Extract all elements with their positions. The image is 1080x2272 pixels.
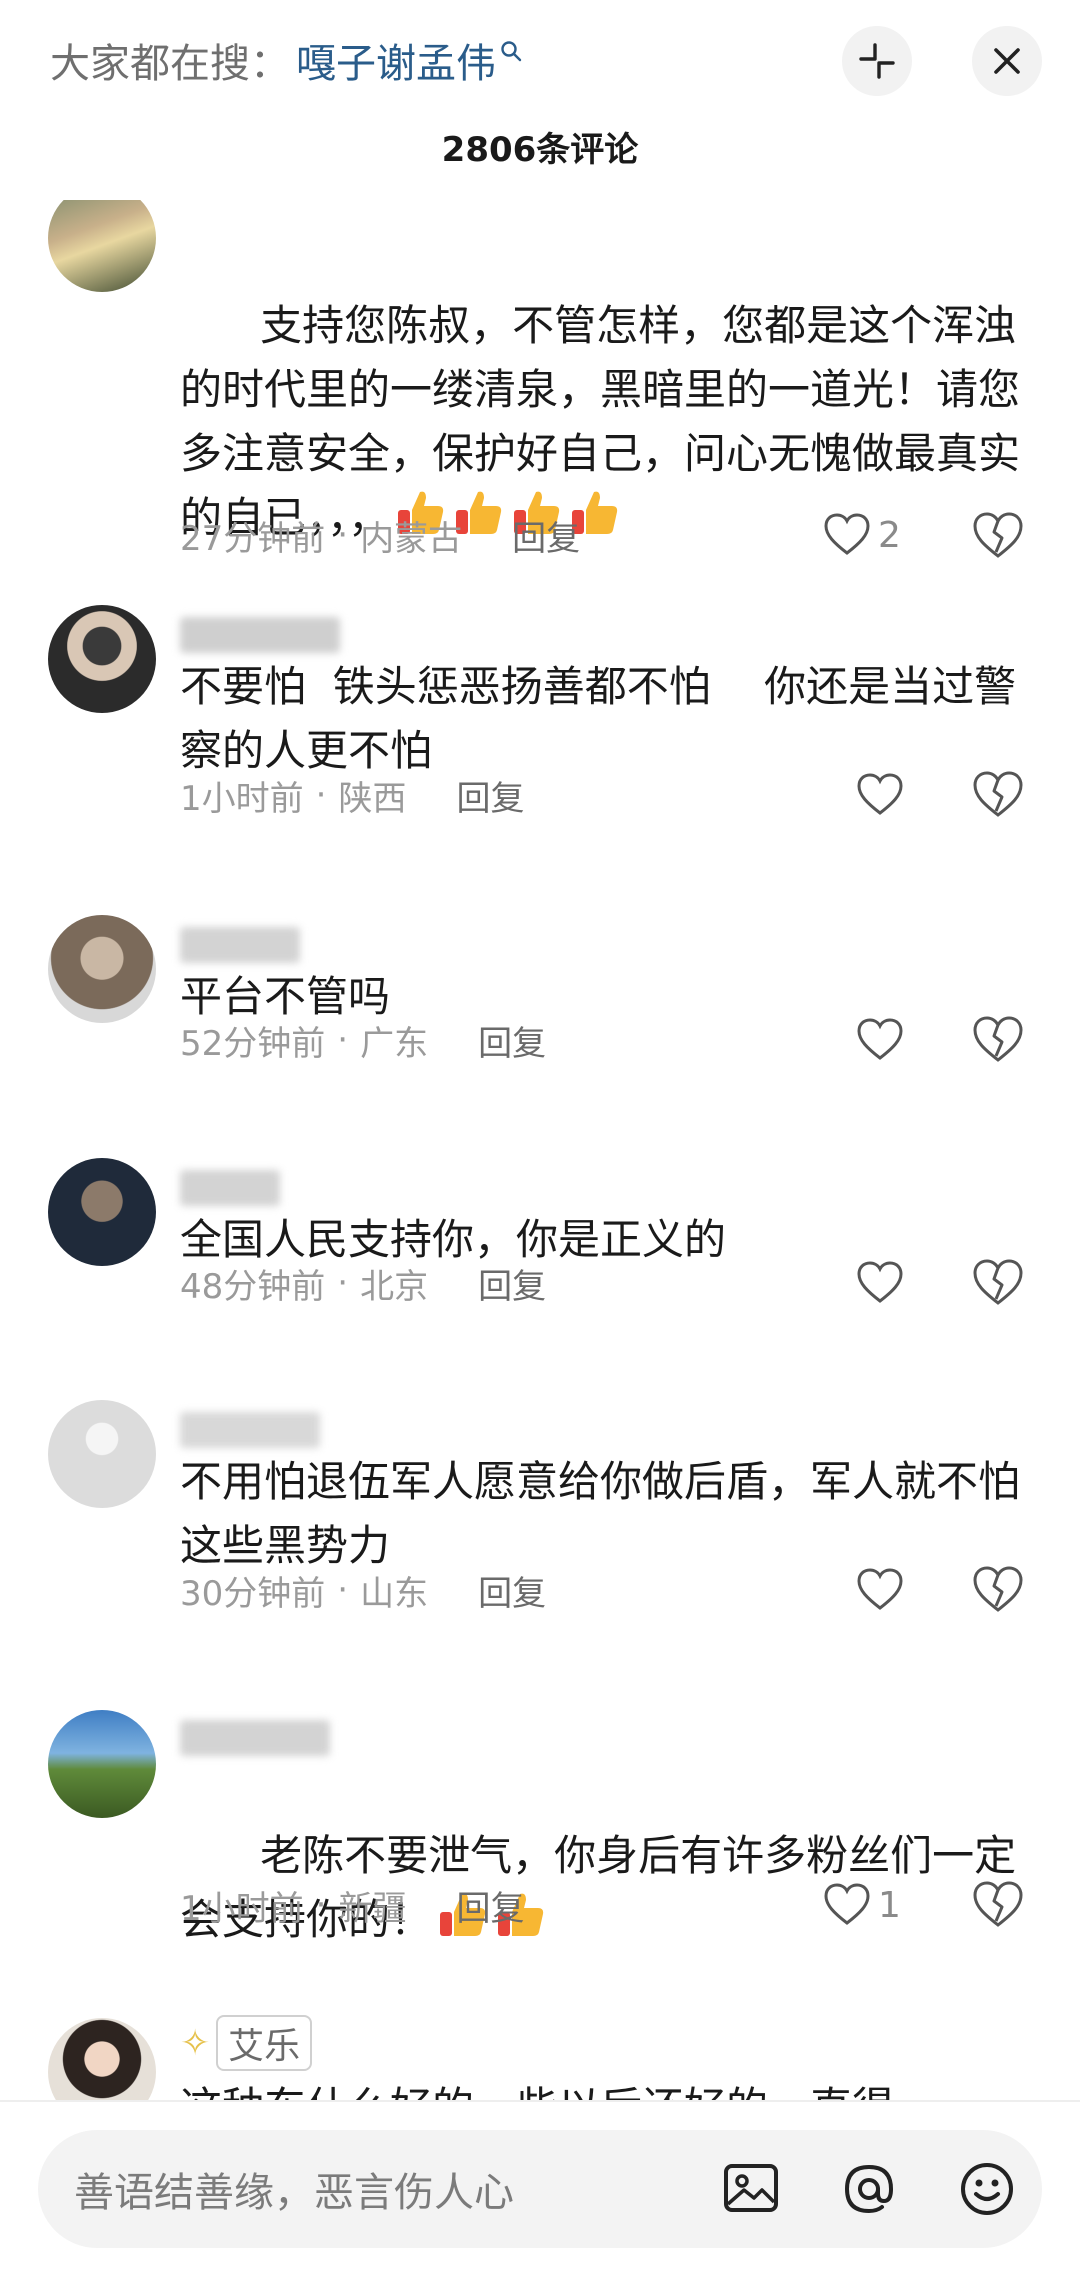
comment-input[interactable]: 善语结善缘，恶言伤人心 [38, 2130, 1042, 2248]
comment-time: 48分钟前 [180, 1266, 326, 1307]
like-button[interactable] [855, 1253, 905, 1313]
broken-heart-icon[interactable] [970, 767, 1026, 823]
comment-location: 山东 [360, 1573, 429, 1614]
comment-time: 1小时前 [180, 778, 304, 819]
comment-count-title: 2806条评论 [441, 130, 639, 170]
comment-text: 不要怕 铁头惩恶扬善都不怕 你还是当过警察的人更不怕 [180, 662, 1017, 775]
search-icon [501, 41, 522, 62]
search-keyword-link[interactable]: 嘎子谢孟伟 [296, 31, 496, 89]
comment-time: 27分钟前 [180, 518, 326, 559]
like-count: 1 [878, 1884, 901, 1926]
collapse-icon [859, 43, 895, 79]
avatar[interactable] [48, 605, 156, 713]
username-blurred [180, 1412, 320, 1448]
comment-text: 不用怕退伍军人愿意给你做后盾，军人就不怕这些黑势力 [180, 1457, 1021, 1570]
image-icon[interactable] [718, 2156, 784, 2222]
broken-heart-icon[interactable] [970, 1562, 1026, 1618]
search-suggestion[interactable]: 大家都在搜： 嘎子谢孟伟 [50, 30, 522, 90]
heart-icon [857, 773, 903, 815]
emoji-icon[interactable] [954, 2156, 1020, 2222]
avatar[interactable] [48, 1710, 156, 1818]
avatar[interactable] [48, 1158, 156, 1266]
broken-heart-icon[interactable] [970, 1877, 1026, 1933]
comment-meta: 1小时前 · 陕西 回复 [180, 770, 524, 820]
search-prefix-label: 大家都在搜： [50, 41, 290, 87]
avatar[interactable] [48, 915, 156, 1023]
comment-text: 这种东什么好的一些以后还好的一直得 [180, 2076, 1040, 2100]
comment-location: 广东 [360, 1023, 429, 1064]
like-button[interactable] [855, 1010, 905, 1070]
username-blurred [180, 1720, 330, 1756]
comment-input-placeholder: 善语结善缘，恶言伤人心 [74, 2170, 514, 2216]
comment-meta: 1小时前 · 新疆 回复 [180, 1880, 524, 1930]
broken-heart-icon[interactable] [970, 508, 1026, 564]
comment-input-bar: 善语结善缘，恶言伤人心 [0, 2100, 1080, 2272]
heart-icon [824, 1883, 870, 1925]
comment-time: 30分钟前 [180, 1573, 326, 1614]
reply-button[interactable]: 回复 [512, 511, 580, 560]
heart-icon [857, 1568, 903, 1610]
broken-heart-icon[interactable] [970, 1012, 1026, 1068]
like-button[interactable] [855, 1560, 905, 1620]
like-button[interactable]: 1 [822, 1875, 901, 1935]
like-button[interactable] [855, 765, 905, 825]
avatar[interactable] [48, 2018, 156, 2100]
username-blurred [180, 617, 340, 653]
username: ✧ 艾乐 [180, 2015, 313, 2071]
heart-icon [857, 1018, 903, 1060]
reply-button[interactable]: 回复 [456, 771, 524, 820]
comment-location: 陕西 [338, 778, 407, 819]
like-count: 2 [878, 514, 901, 556]
comment-time: 52分钟前 [180, 1023, 326, 1064]
at-icon[interactable] [836, 2156, 902, 2222]
reply-button[interactable]: 回复 [456, 1881, 524, 1930]
comment-meta: 52分钟前 · 广东 回复 [180, 1015, 546, 1065]
avatar[interactable] [48, 1400, 156, 1508]
heart-icon [824, 513, 870, 555]
comment-meta: 30分钟前 · 山东 回复 [180, 1565, 546, 1615]
broken-heart-icon[interactable] [970, 1255, 1026, 1311]
like-button[interactable]: 2 [822, 505, 901, 565]
comment-meta: 27分钟前 · 内蒙古 回复 [180, 510, 580, 560]
comment-meta: 48分钟前 · 北京 回复 [180, 1258, 546, 1308]
comment-location: 北京 [360, 1266, 429, 1307]
comment-time: 1小时前 [180, 1888, 304, 1929]
comment-list[interactable]: 支持您陈叔，不管怎样，您都是这个浑浊的时代里的一缕清泉，黑暗里的一道光！请您多注… [0, 200, 1080, 2100]
close-button[interactable] [972, 26, 1042, 96]
collapse-button[interactable] [842, 26, 912, 96]
heart-icon [857, 1261, 903, 1303]
reply-button[interactable]: 回复 [478, 1566, 546, 1615]
avatar[interactable] [48, 200, 156, 292]
reply-button[interactable]: 回复 [478, 1016, 546, 1065]
reply-button[interactable]: 回复 [478, 1259, 546, 1308]
username-blurred [180, 1170, 280, 1206]
close-icon [994, 48, 1020, 74]
comment-location: 新疆 [338, 1888, 407, 1929]
username-blurred [180, 927, 300, 963]
comment-location: 内蒙古 [360, 518, 463, 559]
